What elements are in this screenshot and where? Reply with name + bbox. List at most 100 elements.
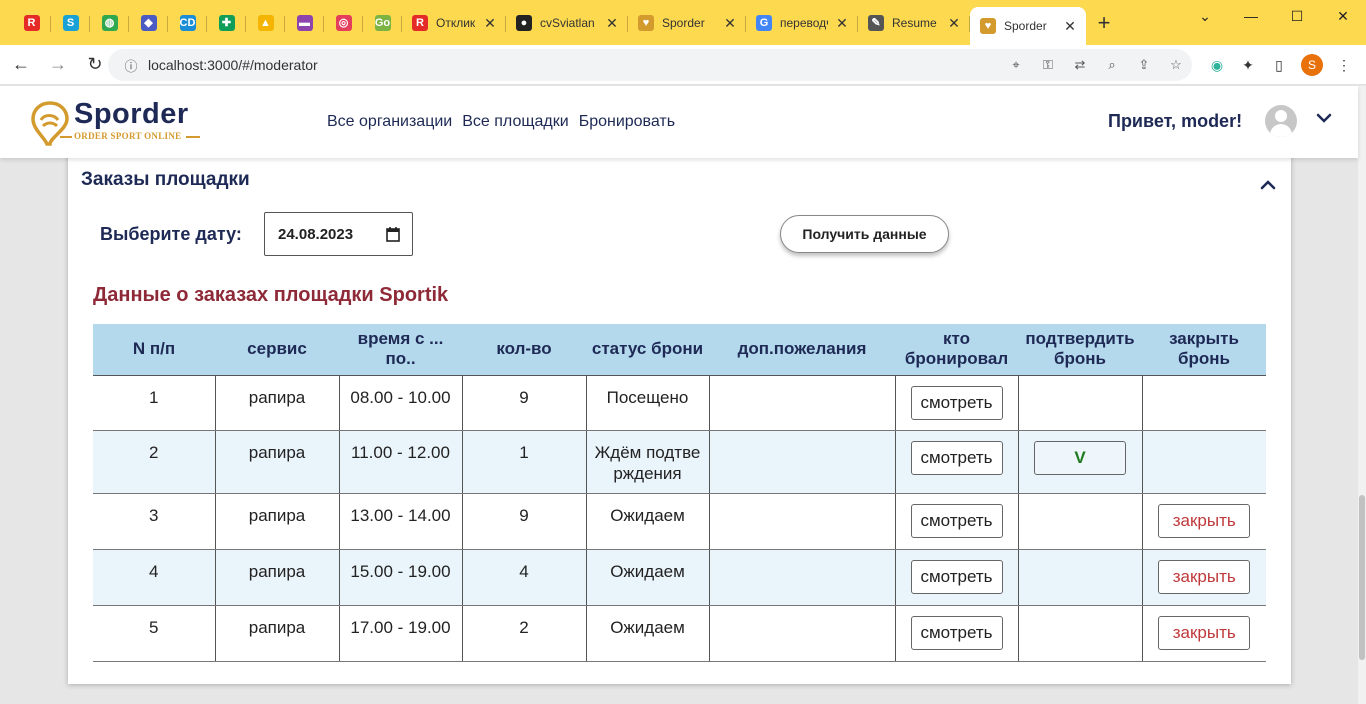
nav-all-organizations[interactable]: Все организации	[327, 113, 452, 131]
avatar-head	[1275, 110, 1287, 122]
cell-status: Ожидаем	[585, 549, 710, 606]
date-label: Выберите дату:	[100, 224, 242, 244]
cell-number: 5	[93, 605, 216, 662]
new-tab-button[interactable]: +	[1086, 0, 1122, 45]
extension-icon[interactable]: ◉	[1205, 53, 1229, 77]
orders-data-title: Данные о заказах площадки Sportik	[93, 284, 449, 306]
view-booker-button[interactable]: смотреть	[910, 615, 1003, 650]
confirm-booking-button[interactable]: V	[1034, 440, 1126, 475]
cell-booker: смотреть	[894, 605, 1019, 662]
profile-avatar[interactable]: S	[1300, 53, 1324, 77]
chevron-down-icon[interactable]	[1314, 108, 1334, 128]
key-icon[interactable]: ⚿	[1032, 57, 1064, 73]
tab-close-icon[interactable]: ✕	[946, 15, 962, 31]
github-icon: ●	[516, 14, 532, 31]
tab-close-icon[interactable]: ✕	[604, 15, 620, 31]
get-data-button[interactable]: Получить данные	[780, 215, 949, 253]
cell-time: 13.00 - 14.00	[338, 493, 463, 550]
drive-icon: ▲	[257, 14, 274, 31]
browser-tab[interactable]: ♥ Sporder ✕	[628, 0, 746, 45]
date-input[interactable]: 24.08.2023	[264, 212, 413, 256]
cell-quantity: 9	[461, 493, 587, 550]
tab-close-icon[interactable]: ✕	[834, 15, 850, 31]
col-header-number: N п/п	[93, 324, 215, 375]
tab-close-icon[interactable]: ✕	[482, 15, 498, 31]
side-panel-icon[interactable]: ▯	[1267, 53, 1291, 77]
nav-all-venues[interactable]: Все площадки	[462, 113, 568, 131]
table-row: 4 рапира 15.00 - 19.00 4 Ожидаем смотреть закр…	[93, 549, 1266, 606]
pinned-tab[interactable]: S	[51, 0, 90, 45]
scrollbar-thumb[interactable]	[1359, 495, 1365, 660]
close-booking-button[interactable]: закрыть	[1158, 503, 1251, 538]
globe-icon: ◍	[101, 14, 118, 31]
back-button[interactable]: ←	[5, 49, 37, 81]
user-avatar[interactable]	[1265, 105, 1297, 137]
cell-confirm	[1017, 493, 1143, 550]
page-scrollbar[interactable]	[1358, 86, 1366, 704]
location-icon[interactable]: ⌖	[1000, 57, 1032, 73]
tab-close-icon[interactable]: ✕	[1062, 18, 1078, 34]
translate-icon[interactable]: ⇄	[1064, 57, 1096, 73]
pinned-tab[interactable]: ◆	[129, 0, 168, 45]
browser-menu-icon[interactable]: ⋮	[1332, 53, 1356, 77]
tab-close-icon[interactable]: ✕	[722, 15, 738, 31]
pinned-tab[interactable]: ✚	[207, 0, 246, 45]
close-booking-button[interactable]: закрыть	[1158, 559, 1251, 594]
col-header-wishes: доп.пожелания	[709, 324, 895, 375]
pinned-tab[interactable]: ▲	[246, 0, 285, 45]
view-booker-button[interactable]: смотреть	[910, 559, 1003, 594]
pinned-tab[interactable]: ◍	[90, 0, 129, 45]
view-booker-button[interactable]: смотреть	[910, 440, 1003, 475]
view-booker-button[interactable]: смотреть	[910, 385, 1003, 420]
cell-status: Ожидаем	[585, 605, 710, 662]
maximize-button[interactable]: ☐	[1274, 0, 1320, 32]
purple-icon: ▬	[296, 14, 313, 31]
pinned-tab[interactable]: Go	[363, 0, 402, 45]
url-text: localhost:3000/#/moderator	[148, 57, 318, 73]
map-pin-logo-icon	[31, 101, 69, 146]
forward-button[interactable]: →	[42, 49, 74, 81]
cell-time: 15.00 - 19.00	[338, 549, 463, 606]
zoom-icon[interactable]: ⌕	[1096, 57, 1128, 73]
window-controls: ⌄ — ☐ ✕	[1182, 0, 1366, 32]
main-nav: Все организации Все площадки Бронировать	[327, 113, 675, 131]
puzzle-extensions-icon[interactable]: ✦	[1236, 53, 1260, 77]
cell-number: 1	[93, 374, 216, 431]
calendar-icon[interactable]	[386, 226, 400, 242]
user-greeting: Привет, moder!	[1108, 111, 1243, 131]
cell-confirm	[1017, 549, 1143, 606]
browser-tab[interactable]: ● cvSviatlan ✕	[506, 0, 628, 45]
site-info-icon[interactable]: ⓘ	[118, 56, 144, 75]
app-header: Sporder ORDER SPORT ONLINE Все организац…	[0, 86, 1358, 158]
sporder-logo[interactable]: Sporder ORDER SPORT ONLINE	[30, 98, 210, 148]
nav-book[interactable]: Бронировать	[579, 113, 675, 131]
resume-icon: ✎	[868, 14, 884, 31]
close-booking-button[interactable]: закрыть	[1158, 615, 1251, 650]
bookmark-star-icon[interactable]: ☆	[1160, 57, 1192, 73]
table-row: 5 рапира 17.00 - 19.00 2 Ожидаем смотреть закр…	[93, 605, 1266, 662]
view-booker-button[interactable]: смотреть	[910, 503, 1003, 538]
browser-tab[interactable]: R Отклик ✕	[402, 0, 506, 45]
address-bar[interactable]: ⓘ localhost:3000/#/moderator ⌖ ⚿ ⇄ ⌕ ⇪ ☆	[108, 49, 1192, 81]
cd-icon: CD	[179, 14, 196, 31]
close-window-button[interactable]: ✕	[1320, 0, 1366, 32]
brand-name: Sporder	[74, 98, 189, 130]
cell-confirm: V	[1017, 430, 1143, 494]
browser-tab[interactable]: Gпереводч ✕	[746, 0, 858, 45]
chevron-up-icon[interactable]	[1258, 175, 1278, 195]
tab-title: cvSviatlan	[540, 15, 595, 30]
minimize-button[interactable]: —	[1228, 0, 1274, 32]
tab-title: переводч	[780, 15, 828, 30]
pinned-tab[interactable]: ▬	[285, 0, 324, 45]
orders-table: N п/п сервис время с ... по.. кол-во ста…	[93, 324, 1266, 662]
tab-search-icon[interactable]: ⌄	[1182, 0, 1228, 32]
reload-button[interactable]: ↻	[79, 49, 111, 81]
browser-tab[interactable]: ♥ Sporder ✕	[970, 7, 1086, 45]
pinned-tab[interactable]: CD	[168, 0, 207, 45]
pinned-tab[interactable]: R	[12, 0, 51, 45]
browser-tab[interactable]: ✎ Resume ✕	[858, 0, 970, 45]
cell-number: 4	[93, 549, 216, 606]
pinned-tab[interactable]: ◎	[324, 0, 363, 45]
share-icon[interactable]: ⇪	[1128, 57, 1160, 73]
google-icon: G	[756, 14, 772, 31]
